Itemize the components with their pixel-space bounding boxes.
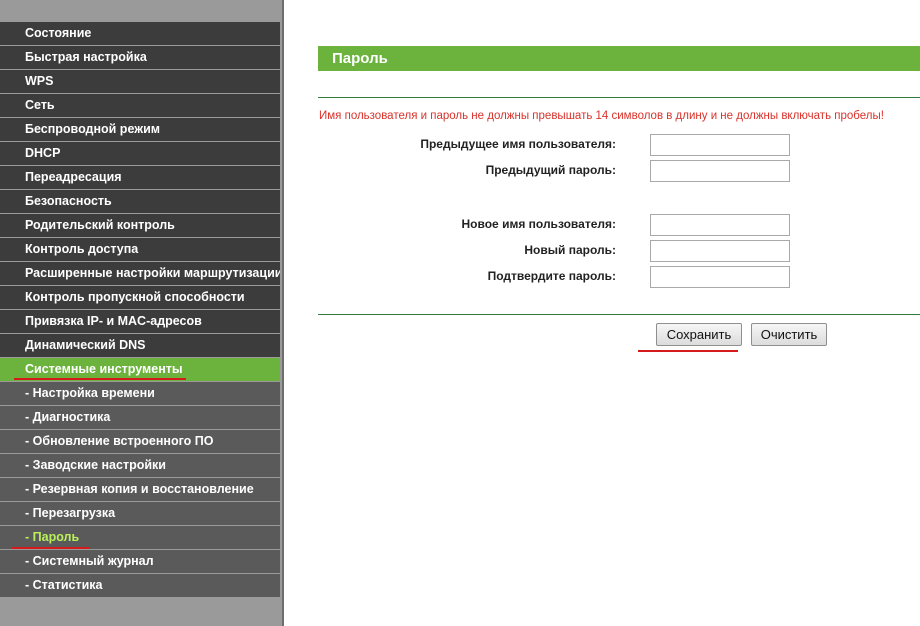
clear-button[interactable]: Очистить <box>751 323 827 346</box>
divider-bottom <box>318 314 920 315</box>
new-password-label: Новый пароль: <box>524 243 616 257</box>
annotation-underline-password <box>12 547 90 549</box>
sidebar-item-wps[interactable]: WPS <box>0 70 280 93</box>
sidebar-item-system-tools[interactable]: Системные инструменты <box>0 358 280 381</box>
sidebar-subitem-reboot[interactable]: - Перезагрузка <box>0 502 280 525</box>
annotation-underline-system-tools <box>14 378 186 380</box>
sidebar-top-spacer <box>0 0 282 22</box>
annotation-underline-save <box>638 350 738 352</box>
confirm-password-input[interactable] <box>650 266 790 288</box>
sidebar-subitem-password-label: - Пароль <box>25 530 80 544</box>
row-old-password: Предыдущий пароль: <box>286 160 920 182</box>
row-confirm-password: Подтвердите пароль: <box>286 266 920 288</box>
sidebar-item-wireless[interactable]: Беспроводной режим <box>0 118 280 141</box>
sidebar-subitem-diagnostics[interactable]: - Диагностика <box>0 406 280 429</box>
sidebar-subitem-password[interactable]: - Пароль <box>0 526 280 549</box>
row-new-username: Новое имя пользователя: <box>286 214 920 236</box>
sidebar-item-dhcp[interactable]: DHCP <box>0 142 280 165</box>
row-old-username: Предыдущее имя пользователя: <box>286 134 920 156</box>
sidebar-item-parental-control[interactable]: Родительский контроль <box>0 214 280 237</box>
sidebar-item-forwarding[interactable]: Переадресация <box>0 166 280 189</box>
sidebar-subitem-backup-restore[interactable]: - Резервная копия и восстановление <box>0 478 280 501</box>
old-password-label: Предыдущий пароль: <box>485 163 616 177</box>
sidebar-subitem-factory-defaults[interactable]: - Заводские настройки <box>0 454 280 477</box>
new-username-label: Новое имя пользователя: <box>461 217 616 231</box>
sidebar-item-network[interactable]: Сеть <box>0 94 280 117</box>
new-password-input[interactable] <box>650 240 790 262</box>
old-password-input[interactable] <box>650 160 790 182</box>
sidebar-subitem-firmware-upgrade[interactable]: - Обновление встроенного ПО <box>0 430 280 453</box>
old-username-input[interactable] <box>650 134 790 156</box>
confirm-password-label: Подтвердите пароль: <box>487 269 616 283</box>
save-button[interactable]: Сохранить <box>656 323 742 346</box>
divider-top <box>318 97 920 98</box>
sidebar-item-ip-mac-binding[interactable]: Привязка IP- и MAC-адресов <box>0 310 280 333</box>
sidebar-item-quick-setup[interactable]: Быстрая настройка <box>0 46 280 69</box>
notice-text: Имя пользователя и пароль не должны прев… <box>319 110 884 122</box>
sidebar-subitem-time-settings[interactable]: - Настройка времени <box>0 382 280 405</box>
sidebar-subitem-system-log[interactable]: - Системный журнал <box>0 550 280 573</box>
sidebar: Состояние Быстрая настройка WPS Сеть Бес… <box>0 0 284 626</box>
page-title: Пароль <box>318 46 920 71</box>
sidebar-item-bandwidth-control[interactable]: Контроль пропускной способности <box>0 286 280 309</box>
new-username-input[interactable] <box>650 214 790 236</box>
main-content: Пароль Имя пользователя и пароль не долж… <box>286 0 920 626</box>
sidebar-item-dynamic-dns[interactable]: Динамический DNS <box>0 334 280 357</box>
sidebar-subitem-statistics[interactable]: - Статистика <box>0 574 280 597</box>
sidebar-item-access-control[interactable]: Контроль доступа <box>0 238 280 261</box>
row-new-password: Новый пароль: <box>286 240 920 262</box>
sidebar-item-security[interactable]: Безопасность <box>0 190 280 213</box>
sidebar-item-status[interactable]: Состояние <box>0 22 280 45</box>
sidebar-item-advanced-routing[interactable]: Расширенные настройки маршрутизации <box>0 262 280 285</box>
sidebar-item-system-tools-label: Системные инструменты <box>25 362 183 376</box>
old-username-label: Предыдущее имя пользователя: <box>420 137 616 151</box>
